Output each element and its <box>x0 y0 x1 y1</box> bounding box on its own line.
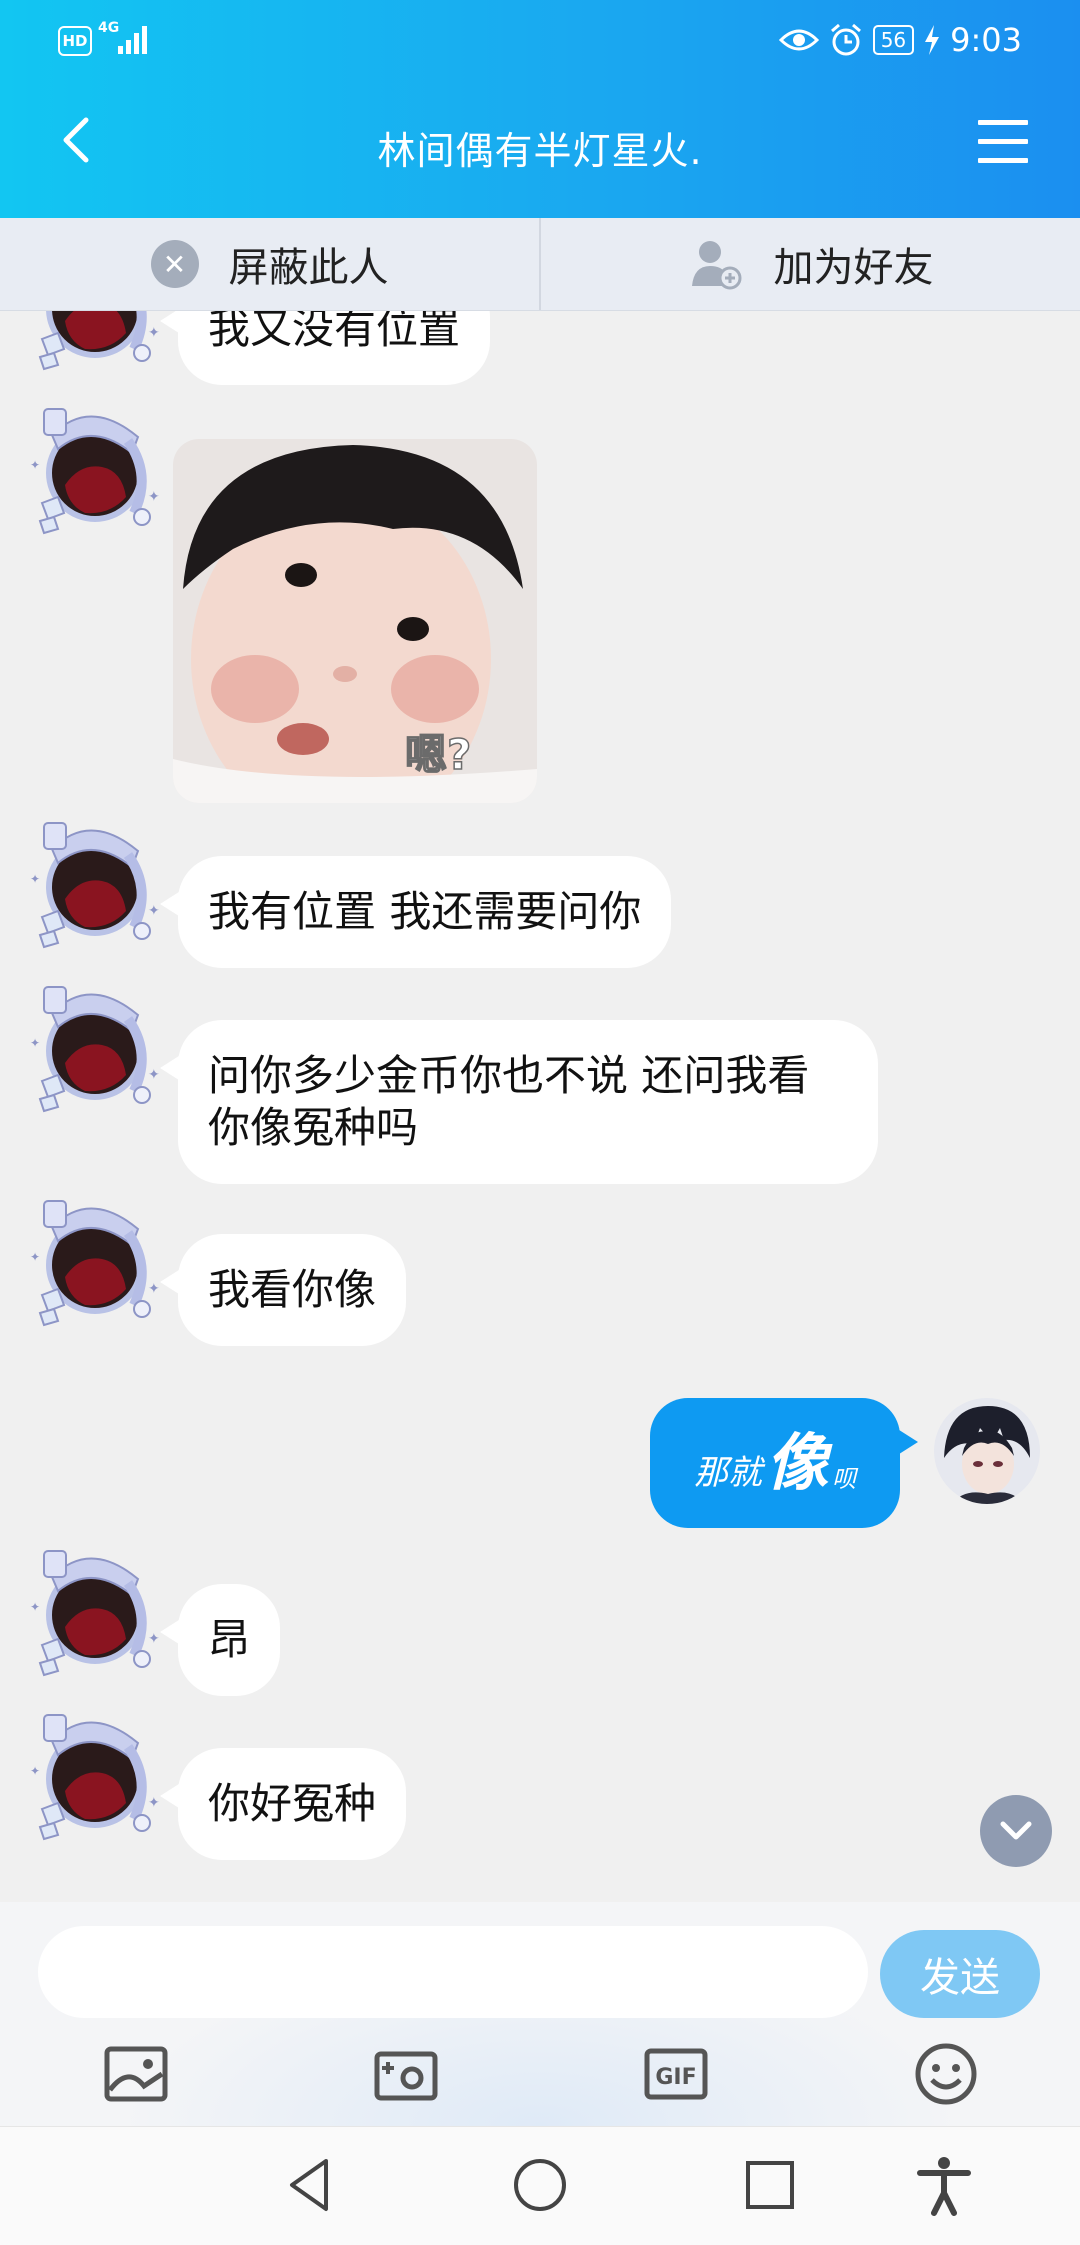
image-caption: 嗯? <box>405 730 471 779</box>
hd-badge: HD <box>58 26 92 56</box>
contact-avatar[interactable] <box>30 1197 160 1327</box>
svg-text:GIF: GIF <box>655 2065 696 2090</box>
photo-button[interactable] <box>100 2038 172 2110</box>
block-user-button[interactable]: ✕ 屏蔽此人 <box>0 218 539 310</box>
accessibility-icon[interactable] <box>912 2153 976 2217</box>
message-bubble[interactable]: 我又没有位置 <box>159 311 491 385</box>
add-friend-icon <box>691 241 741 290</box>
contact-avatar[interactable] <box>30 819 160 949</box>
menu-icon[interactable] <box>978 120 1028 164</box>
message-bubble[interactable]: 问你多少金币你也不说 还问我看 你像冤种吗 <box>160 1020 878 1184</box>
chevron-down-icon <box>1000 1821 1032 1840</box>
camera-icon <box>374 2051 438 2101</box>
my-avatar[interactable] <box>934 1398 1040 1504</box>
charging-icon <box>925 25 940 55</box>
camera-button[interactable] <box>370 2038 442 2110</box>
photo-icon <box>104 2046 168 2102</box>
status-bar: HD 4G 56 9:03 <box>0 0 1080 80</box>
add-friend-label: 加为好友 <box>773 245 934 291</box>
app-header: HD 4G 56 9:03 林间偶有半灯星火. <box>0 0 1080 218</box>
clock: 9:03 <box>950 21 1022 59</box>
baby-face-image: 嗯? <box>173 439 537 803</box>
emoji-button[interactable] <box>910 2038 982 2110</box>
recents-square-icon[interactable] <box>738 2153 802 2217</box>
battery-indicator: 56 <box>872 25 915 55</box>
contact-avatar[interactable] <box>30 1711 160 1841</box>
chat-title: 林间偶有半灯星火. <box>377 129 703 173</box>
message-bubble[interactable]: 你好冤种 <box>159 1748 407 1860</box>
stranger-actions: ✕ 屏蔽此人 加为好友 <box>0 218 1080 311</box>
system-nav-bar <box>0 2126 1080 2245</box>
scroll-to-bottom-button[interactable] <box>980 1795 1052 1867</box>
gif-icon: GIF <box>644 2048 708 2100</box>
contact-avatar[interactable] <box>30 405 160 535</box>
message-input[interactable] <box>38 1926 868 2018</box>
contact-avatar[interactable] <box>30 311 160 371</box>
block-user-label: 屏蔽此人 <box>228 245 389 291</box>
gif-button[interactable]: GIF <box>640 2038 712 2110</box>
home-circle-icon[interactable] <box>508 2153 572 2217</box>
contact-avatar[interactable] <box>30 983 160 1113</box>
message-bubble[interactable]: 昂 <box>159 1584 281 1696</box>
back-triangle-icon[interactable] <box>278 2153 342 2217</box>
image-message[interactable]: 嗯? <box>173 439 537 803</box>
sticker-text: 那就 像 呗 <box>693 1426 856 1499</box>
message-bubble[interactable]: 我看你像 <box>159 1234 407 1346</box>
emoji-icon <box>915 2043 977 2105</box>
message-list[interactable]: 我又没有位置 嗯? 我有位置 我还需要问你 问你多少金币你也不说 还问我看 你像… <box>0 311 1080 1901</box>
send-button[interactable]: 发送 <box>880 1930 1040 2018</box>
block-icon: ✕ <box>150 240 199 288</box>
composer: 发送 GIF <box>0 1902 1080 2126</box>
eye-icon <box>778 29 819 51</box>
contact-avatar[interactable] <box>30 1547 160 1677</box>
my-sticker-message[interactable]: 那就 像 呗 <box>650 1398 918 1528</box>
message-bubble[interactable]: 我有位置 我还需要问你 <box>159 856 672 968</box>
alarm-icon <box>830 23 861 56</box>
signal-icon <box>118 24 150 54</box>
add-friend-button[interactable]: 加为好友 <box>539 218 1080 310</box>
network-type: 4G <box>98 20 120 36</box>
